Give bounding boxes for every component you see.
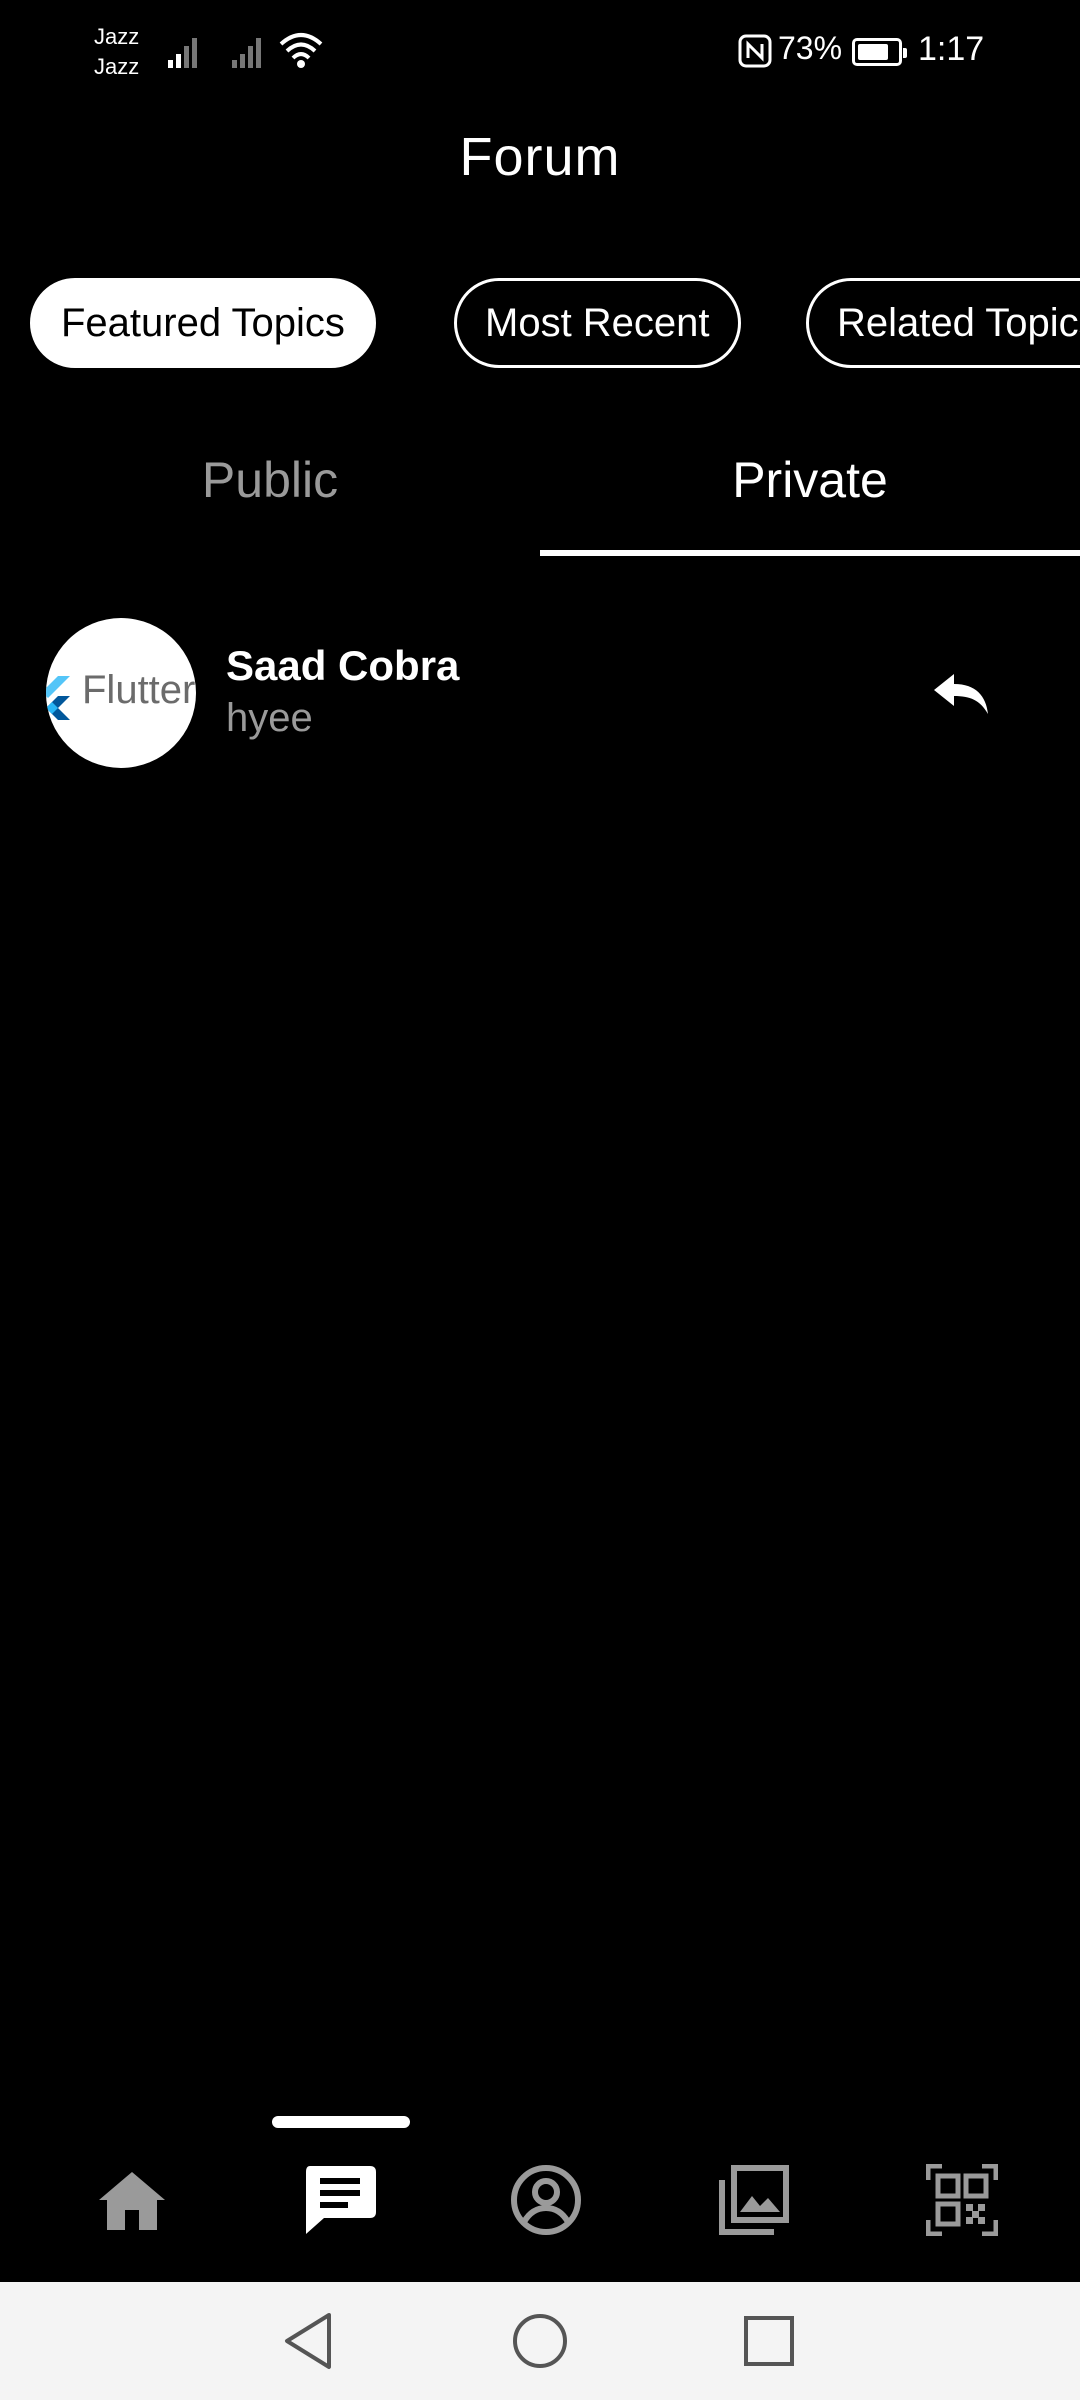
wifi-icon [279, 33, 323, 68]
signal-2-icon [232, 38, 261, 68]
carrier-labels: Jazz Jazz [94, 22, 139, 82]
tab-indicator [540, 550, 1080, 556]
message-preview: hyee [226, 696, 313, 740]
chip-related-topics[interactable]: Related Topics [806, 278, 1080, 368]
home-circle-icon [513, 2314, 567, 2368]
back-icon [285, 2313, 331, 2369]
chip-featured-topics[interactable]: Featured Topics [30, 278, 376, 368]
signal-1-icon [168, 38, 197, 68]
nav-chat-button[interactable] [290, 2150, 390, 2250]
flutter-logo-icon [46, 676, 70, 720]
chip-most-recent[interactable]: Most Recent [454, 278, 741, 368]
home-icon [99, 2172, 165, 2230]
system-nav-bar [0, 2282, 1080, 2400]
status-bar: Jazz Jazz 73% 1:17 [0, 0, 1080, 100]
avatar: Flutter [46, 618, 196, 768]
carrier-2: Jazz [94, 54, 140, 79]
battery-percent: 73% [778, 30, 843, 66]
page-title: Forum [459, 127, 621, 187]
reply-icon[interactable] [932, 670, 990, 718]
system-home-button[interactable] [505, 2306, 575, 2376]
topic-chips: Featured Topics Most Recent Related Topi… [0, 278, 1080, 370]
bottom-nav [0, 2150, 1080, 2280]
nav-gallery-button[interactable] [704, 2150, 804, 2250]
tab-public[interactable]: Public [0, 430, 540, 560]
system-back-button[interactable] [274, 2306, 344, 2376]
chat-icon [306, 2166, 376, 2234]
profile-icon [511, 2165, 581, 2235]
system-recents-button[interactable] [734, 2306, 804, 2376]
qr-code-icon [926, 2164, 998, 2236]
sender-name: Saad Cobra [226, 642, 460, 689]
recents-icon [744, 2316, 794, 2366]
battery-icon [852, 38, 907, 66]
forum-tabs: Public Private [0, 430, 1080, 560]
gallery-icon [719, 2165, 789, 2235]
avatar-text: Flutter [82, 668, 196, 712]
carrier-1: Jazz [94, 24, 140, 49]
nav-home-button[interactable] [82, 2150, 182, 2250]
nfc-icon [738, 34, 772, 68]
nav-qr-button[interactable] [912, 2150, 1012, 2250]
clock: 1:17 [918, 30, 985, 68]
message-list-item[interactable]: Flutter Saad Cobra hyee [0, 610, 1080, 780]
nav-profile-button[interactable] [496, 2150, 596, 2250]
nav-active-indicator [272, 2116, 410, 2128]
tab-private[interactable]: Private [540, 430, 1080, 560]
